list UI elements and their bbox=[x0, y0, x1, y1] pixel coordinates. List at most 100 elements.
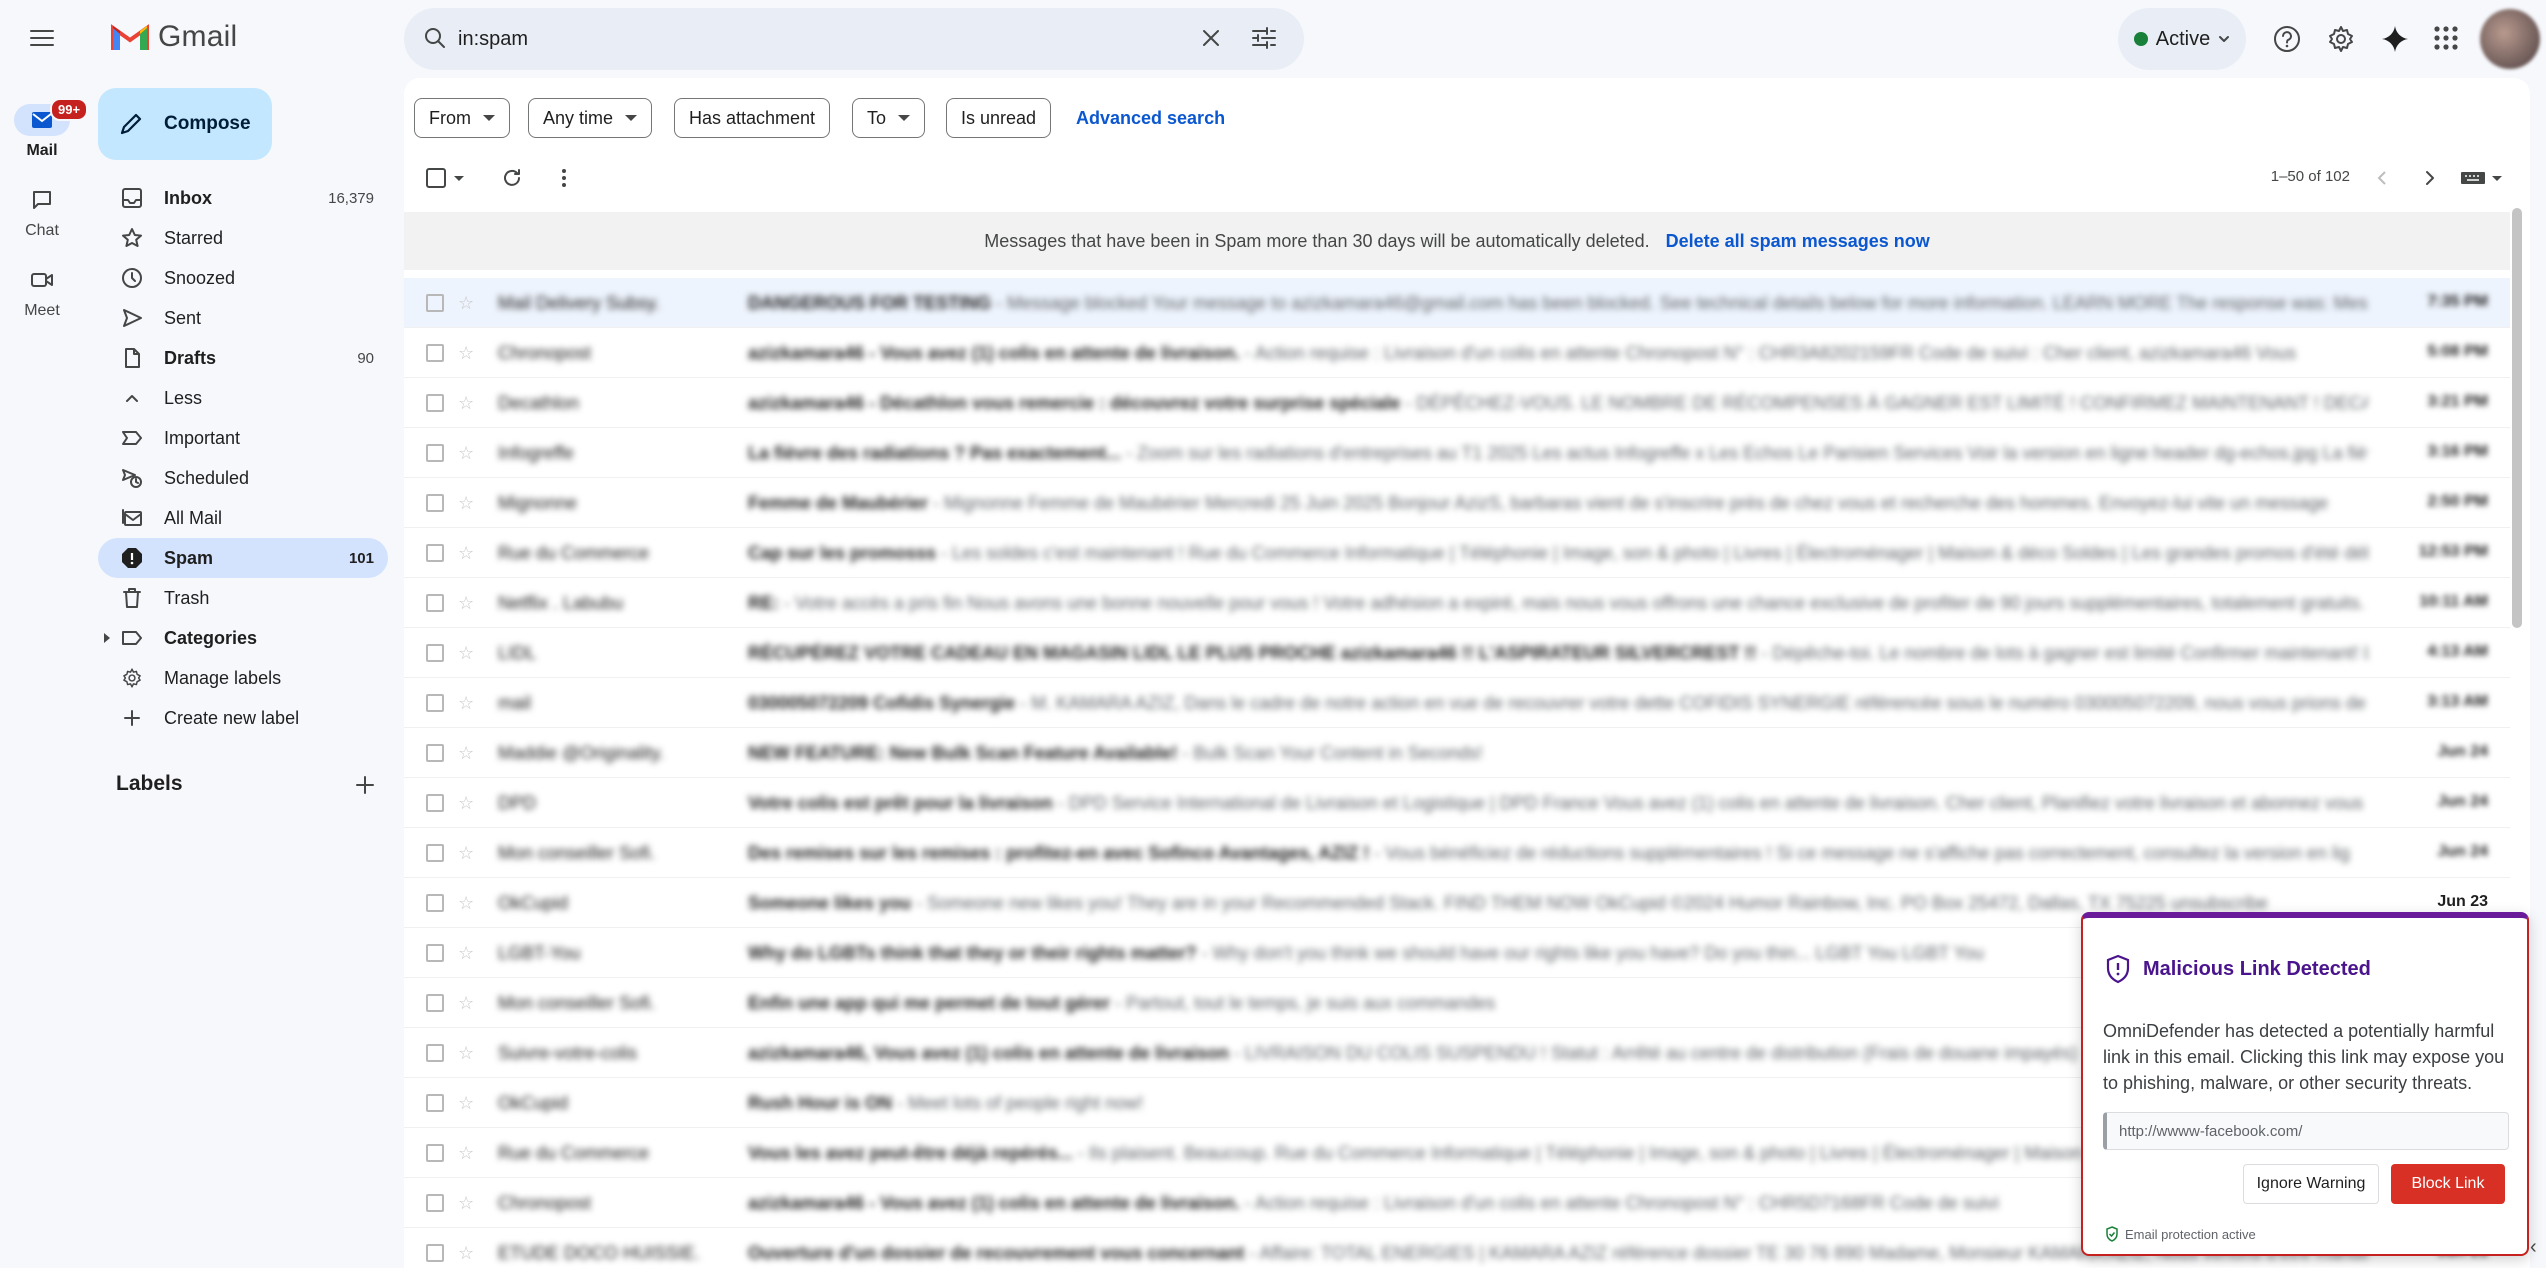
select-dropdown-caret-icon[interactable] bbox=[454, 176, 464, 181]
side-panel-collapse-icon[interactable]: ‹ bbox=[2530, 1236, 2537, 1259]
star-toggle-icon[interactable]: ☆ bbox=[458, 743, 474, 764]
email-row[interactable]: ☆ LIDL RÉCUPÉREZ VOTRE CADEAU EN MAGASIN L… bbox=[404, 628, 2510, 678]
help-icon[interactable] bbox=[2272, 24, 2302, 54]
row-checkbox[interactable] bbox=[426, 494, 444, 512]
row-checkbox[interactable] bbox=[426, 994, 444, 1012]
nav-categories[interactable]: Categories bbox=[98, 618, 388, 658]
star-toggle-icon[interactable]: ☆ bbox=[458, 1193, 474, 1214]
add-label-plus-icon[interactable] bbox=[354, 774, 376, 796]
delete-all-spam-link[interactable]: Delete all spam messages now bbox=[1666, 231, 1930, 252]
row-checkbox[interactable] bbox=[426, 394, 444, 412]
newer-page-icon[interactable] bbox=[2372, 168, 2392, 188]
star-toggle-icon[interactable]: ☆ bbox=[458, 643, 474, 664]
email-row[interactable]: ☆ Mignonne Femme de Maubérier - Mignonne F… bbox=[404, 478, 2510, 528]
row-checkbox[interactable] bbox=[426, 1144, 444, 1162]
row-checkbox[interactable] bbox=[426, 1244, 444, 1262]
row-checkbox[interactable] bbox=[426, 894, 444, 912]
row-checkbox[interactable] bbox=[426, 294, 444, 312]
star-toggle-icon[interactable]: ☆ bbox=[458, 843, 474, 864]
email-row[interactable]: ☆ mail 030005072209 Cofidis Synergie - M. … bbox=[404, 678, 2510, 728]
nav-spam[interactable]: Spam 101 bbox=[98, 538, 388, 578]
row-checkbox[interactable] bbox=[426, 944, 444, 962]
row-checkbox[interactable] bbox=[426, 594, 444, 612]
nav-scheduled[interactable]: Scheduled bbox=[98, 458, 388, 498]
email-row[interactable]: ☆ Mail Delivery Subsy. DANGEROUS FOR TESTI… bbox=[404, 278, 2510, 328]
more-options-icon[interactable] bbox=[552, 166, 576, 190]
account-avatar[interactable] bbox=[2480, 9, 2540, 69]
nav-drafts[interactable]: Drafts 90 bbox=[98, 338, 388, 378]
search-icon[interactable] bbox=[422, 25, 448, 51]
star-toggle-icon[interactable]: ☆ bbox=[458, 1043, 474, 1064]
advanced-search-link[interactable]: Advanced search bbox=[1076, 108, 1225, 129]
expand-caret-icon[interactable] bbox=[104, 633, 110, 643]
row-checkbox[interactable] bbox=[426, 344, 444, 362]
apps-grid-icon[interactable] bbox=[2432, 24, 2460, 52]
unread-filter-chip[interactable]: Is unread bbox=[946, 98, 1052, 138]
star-toggle-icon[interactable]: ☆ bbox=[458, 793, 474, 814]
star-toggle-icon[interactable]: ☆ bbox=[458, 493, 474, 514]
email-row[interactable]: ☆ Chronopost azizkamara46 - Vous avez (1) … bbox=[404, 328, 2510, 378]
row-checkbox[interactable] bbox=[426, 794, 444, 812]
row-checkbox[interactable] bbox=[426, 444, 444, 462]
rail-mail[interactable]: 99+ Mail bbox=[0, 98, 89, 160]
nav-less[interactable]: Less bbox=[98, 378, 388, 418]
email-row[interactable]: ☆ Decathlon azizkamara46 - Décathlon vous … bbox=[404, 378, 2510, 428]
to-filter-chip[interactable]: To bbox=[852, 98, 926, 138]
star-toggle-icon[interactable]: ☆ bbox=[458, 393, 474, 414]
email-row[interactable]: ☆ Infogreffe La fièvre des radiations ? Pa… bbox=[404, 428, 2510, 478]
star-toggle-icon[interactable]: ☆ bbox=[458, 993, 474, 1014]
list-scrollbar[interactable] bbox=[2512, 208, 2522, 628]
star-toggle-icon[interactable]: ☆ bbox=[458, 293, 474, 314]
star-toggle-icon[interactable]: ☆ bbox=[458, 343, 474, 364]
gmail-logo[interactable]: Gmail bbox=[110, 20, 237, 54]
nav-create-label[interactable]: Create new label bbox=[98, 698, 388, 738]
settings-gear-icon[interactable] bbox=[2326, 24, 2356, 54]
nav-inbox[interactable]: Inbox 16,379 bbox=[98, 178, 388, 218]
rail-meet[interactable]: Meet bbox=[0, 264, 84, 320]
compose-button[interactable]: Compose bbox=[98, 88, 272, 160]
star-toggle-icon[interactable]: ☆ bbox=[458, 1143, 474, 1164]
nav-trash[interactable]: Trash bbox=[98, 578, 388, 618]
nav-important[interactable]: Important bbox=[98, 418, 388, 458]
select-all-checkbox[interactable] bbox=[426, 168, 446, 188]
time-filter-chip[interactable]: Any time bbox=[528, 98, 653, 138]
nav-snoozed[interactable]: Snoozed bbox=[98, 258, 388, 298]
search-options-icon[interactable] bbox=[1250, 25, 1278, 51]
older-page-icon[interactable] bbox=[2420, 168, 2440, 188]
gemini-sparkle-icon[interactable] bbox=[2380, 24, 2410, 54]
from-filter-chip[interactable]: From bbox=[414, 98, 510, 138]
input-tools-keyboard-icon[interactable] bbox=[2460, 170, 2502, 186]
rail-chat[interactable]: Chat bbox=[0, 184, 84, 240]
ignore-warning-button[interactable]: Ignore Warning bbox=[2243, 1164, 2379, 1204]
main-menu-icon[interactable] bbox=[18, 20, 66, 56]
nav-manage-labels[interactable]: Manage labels bbox=[98, 658, 388, 698]
search-input[interactable] bbox=[458, 24, 1158, 54]
clear-search-icon[interactable] bbox=[1198, 25, 1224, 51]
row-checkbox[interactable] bbox=[426, 744, 444, 762]
star-toggle-icon[interactable]: ☆ bbox=[458, 443, 474, 464]
row-checkbox[interactable] bbox=[426, 694, 444, 712]
star-toggle-icon[interactable]: ☆ bbox=[458, 693, 474, 714]
row-checkbox[interactable] bbox=[426, 1044, 444, 1062]
attachment-filter-chip[interactable]: Has attachment bbox=[674, 98, 831, 138]
email-row[interactable]: ☆ DPD Votre colis est prêt pour la livrais… bbox=[404, 778, 2510, 828]
search-bar[interactable] bbox=[404, 8, 1304, 70]
star-toggle-icon[interactable]: ☆ bbox=[458, 943, 474, 964]
row-checkbox[interactable] bbox=[426, 844, 444, 862]
nav-all-mail[interactable]: All Mail bbox=[98, 498, 388, 538]
row-checkbox[interactable] bbox=[426, 1194, 444, 1212]
row-checkbox[interactable] bbox=[426, 644, 444, 662]
star-toggle-icon[interactable]: ☆ bbox=[458, 1243, 474, 1264]
star-toggle-icon[interactable]: ☆ bbox=[458, 1093, 474, 1114]
star-toggle-icon[interactable]: ☆ bbox=[458, 893, 474, 914]
nav-sent[interactable]: Sent bbox=[98, 298, 388, 338]
email-row[interactable]: ☆ Mon conseiller Sofi. Des remises sur les… bbox=[404, 828, 2510, 878]
star-toggle-icon[interactable]: ☆ bbox=[458, 543, 474, 564]
status-selector[interactable]: Active bbox=[2118, 8, 2246, 70]
email-row[interactable]: ☆ Rue du Commerce Cap sur les promosss - L… bbox=[404, 528, 2510, 578]
refresh-icon[interactable] bbox=[500, 166, 524, 190]
email-row[interactable]: ☆ Maddie @Originality. NEW FEATURE: New Bu… bbox=[404, 728, 2510, 778]
nav-starred[interactable]: Starred bbox=[98, 218, 388, 258]
email-row[interactable]: ☆ Netflix . Labubu RE: - Votre accès a pri… bbox=[404, 578, 2510, 628]
row-checkbox[interactable] bbox=[426, 544, 444, 562]
